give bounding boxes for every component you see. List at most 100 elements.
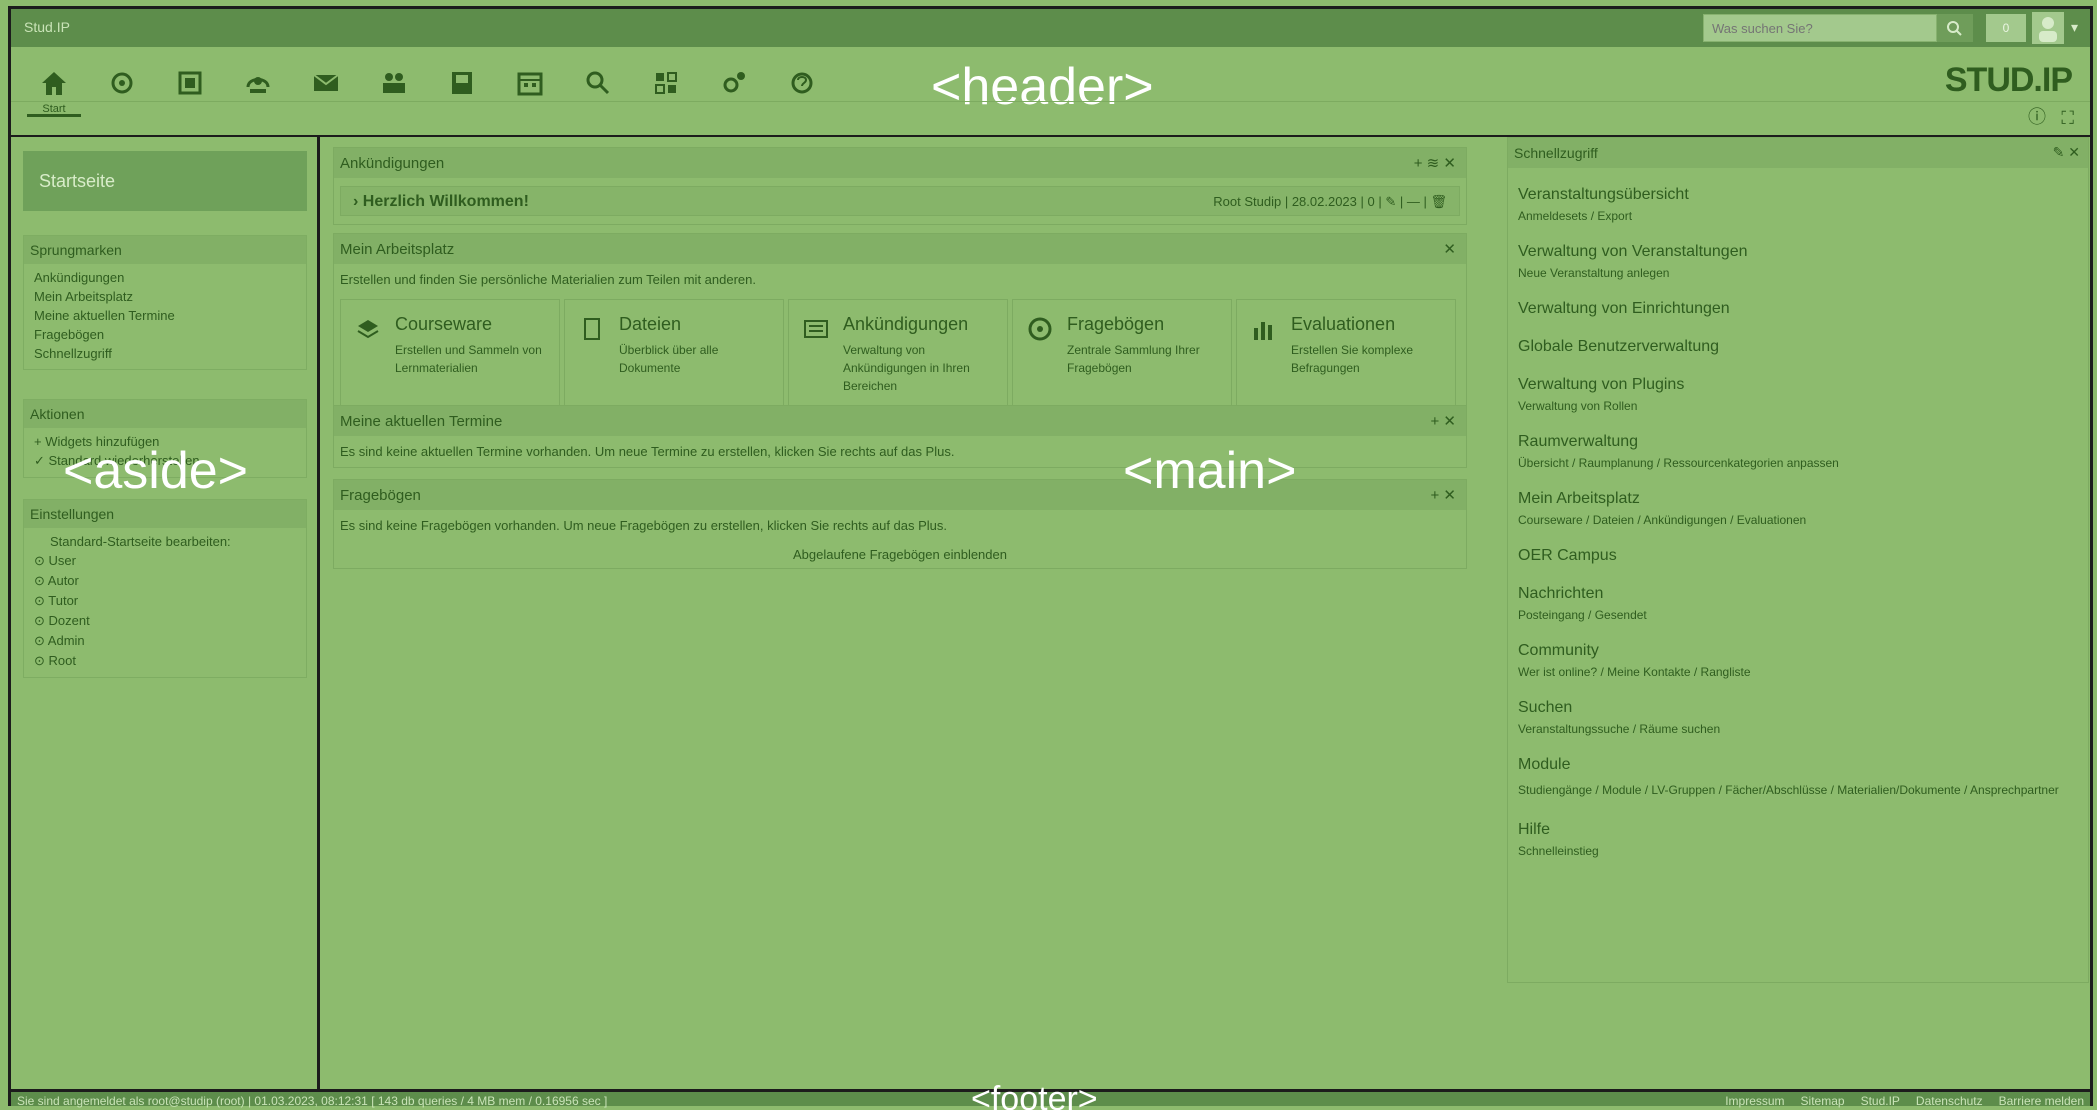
search-icon: [586, 71, 610, 95]
close-icon[interactable]: ✕: [1443, 240, 1456, 258]
quick-link-sub[interactable]: Posteingang / Gesendet: [1518, 608, 2078, 622]
quick-link-sub[interactable]: Studiengänge / Module / LV-Gruppen / Fäc…: [1518, 779, 2078, 801]
quick-link-sub[interactable]: Verwaltung von Rollen: [1518, 399, 2078, 413]
quick-link-title[interactable]: Nachrichten: [1518, 585, 2078, 603]
search-input[interactable]: [1703, 14, 1937, 42]
fullscreen-icon[interactable]: ⛶: [2061, 108, 2074, 129]
role-link[interactable]: ⊙ Tutor: [24, 591, 306, 611]
main-content: Ankündigungen + ≋ ✕ › Herzlich Willkomme…: [323, 137, 1476, 1089]
sidebar-link[interactable]: Schnellzugriff: [24, 344, 306, 363]
sprungmarken-title: Sprungmarken: [24, 236, 306, 264]
quick-link-title[interactable]: Verwaltung von Veranstaltungen: [1518, 243, 2078, 261]
einstellungen-subtitle: Standard-Startseite bearbeiten:: [50, 534, 231, 549]
quick-link-title[interactable]: Suchen: [1518, 699, 2078, 717]
quick-link[interactable]: Veranstaltungsübersicht Anmeldesets / Exp…: [1508, 186, 2088, 223]
add-icon[interactable]: +: [1414, 155, 1423, 172]
people-icon: [383, 73, 405, 93]
role-link[interactable]: ⊙ Root: [24, 651, 306, 671]
role-link[interactable]: ⊙ Dozent: [24, 611, 306, 631]
notification-badge[interactable]: 0: [1986, 14, 2026, 42]
widget-header: Schnellzugriff ✎ ✕: [1508, 138, 2088, 168]
sidebar-link[interactable]: Mein Arbeitsplatz: [24, 287, 306, 306]
quick-link[interactable]: Raumverwaltung Übersicht / Raumplanung / …: [1508, 433, 2088, 470]
quick-link-sub[interactable]: Übersicht / Raumplanung / Ressourcenkate…: [1518, 456, 2078, 470]
quick-link-sub[interactable]: Courseware / Dateien / Ankündigungen / E…: [1518, 513, 2078, 527]
role-link[interactable]: ⊙ Autor: [24, 571, 306, 591]
search-button[interactable]: [1937, 14, 1973, 42]
help-icon[interactable]: ⓘ: [2028, 103, 2046, 129]
quick-link-title[interactable]: Verwaltung von Plugins: [1518, 376, 2078, 394]
widget-actions: + ≋ ✕: [1414, 154, 1456, 172]
studip-logo[interactable]: STUD.IP: [1945, 61, 2073, 100]
quick-link[interactable]: Globale Benutzerverwaltung: [1508, 338, 2088, 356]
role-link[interactable]: ⊙ User: [24, 551, 306, 571]
quick-link[interactable]: Suchen Veranstaltungssuche / Räume suchen: [1508, 699, 2088, 736]
quick-link-sub[interactable]: Schnelleinstieg: [1518, 844, 2078, 858]
close-icon[interactable]: ✕: [2068, 144, 2080, 160]
add-icon[interactable]: +: [1430, 487, 1439, 504]
role-label: Autor: [47, 573, 79, 588]
frageboegen-text: Es sind keine Fragebögen vorhanden. Um n…: [340, 518, 948, 533]
add-icon[interactable]: +: [1430, 413, 1439, 430]
quick-link[interactable]: OER Campus: [1508, 547, 2088, 565]
chevron-right-icon[interactable]: ›: [353, 193, 363, 210]
footer-link-datenschutz[interactable]: Datenschutz: [1916, 1094, 1983, 1108]
quick-link-sub[interactable]: Neue Veranstaltung anlegen: [1518, 266, 2078, 280]
quick-link-sub[interactable]: Veranstaltungssuche / Räume suchen: [1518, 722, 2078, 736]
quick-link-title[interactable]: Globale Benutzerverwaltung: [1518, 338, 2078, 356]
schnellzugriff-widget: Schnellzugriff ✎ ✕ Veranstaltungsübersic…: [1507, 137, 2089, 983]
edit-icon[interactable]: ✎: [2053, 144, 2065, 160]
app-frame: Stud.IP 0 ▾ Start: [8, 6, 2093, 1110]
close-icon[interactable]: ✕: [1443, 487, 1456, 504]
help-plugin-icon: [791, 72, 813, 94]
footer-link-sitemap[interactable]: Sitemap: [1801, 1094, 1845, 1108]
footer-link-impressum[interactable]: Impressum: [1725, 1094, 1784, 1108]
sidebar-link[interactable]: Ankündigungen: [24, 268, 306, 287]
quick-link[interactable]: Nachrichten Posteingang / Gesendet: [1508, 585, 2088, 622]
announcement-meta: Root Studip | 28.02.2023 | 0 | ✎ | — | 🗑: [1213, 194, 1447, 209]
quick-link-title[interactable]: Module: [1518, 756, 2078, 774]
quick-link[interactable]: Verwaltung von Veranstaltungen Neue Veran…: [1508, 243, 2088, 280]
tile-desc: Zentrale Sammlung Ihrer Fragebögen: [1067, 343, 1200, 375]
quick-link[interactable]: Hilfe Schnelleinstieg: [1508, 821, 2088, 858]
trash-icon[interactable]: 🗑: [1430, 194, 1447, 209]
quick-link-title[interactable]: Verwaltung von Einrichtungen: [1518, 300, 2078, 318]
rss-icon[interactable]: ≋: [1427, 155, 1440, 172]
close-icon[interactable]: ✕: [1443, 155, 1456, 172]
header-subbar: ⓘ ⛶: [11, 101, 2090, 135]
quick-link-title[interactable]: Community: [1518, 642, 2078, 660]
close-icon[interactable]: ✕: [1443, 413, 1456, 430]
quick-link[interactable]: Community Wer ist online? / Meine Kontakt…: [1508, 642, 2088, 679]
minus-icon[interactable]: —: [1407, 194, 1420, 209]
show-expired-link[interactable]: Abgelaufene Fragebögen einblenden: [334, 541, 1466, 568]
quick-link[interactable]: Mein Arbeitsplatz Courseware / Dateien / …: [1508, 490, 2088, 527]
quick-link[interactable]: Verwaltung von Einrichtungen: [1508, 300, 2088, 318]
quick-link-title[interactable]: Hilfe: [1518, 821, 2078, 839]
widget-header: Mein Arbeitsplatz ✕: [334, 234, 1466, 264]
announcement-item[interactable]: › Herzlich Willkommen! Root Studip | 28.…: [340, 186, 1460, 216]
sidebar-link[interactable]: Meine aktuellen Termine: [24, 306, 306, 325]
quick-link[interactable]: Verwaltung von Plugins Verwaltung von Rol…: [1508, 376, 2088, 413]
announcement-author[interactable]: Root Studip: [1213, 194, 1281, 209]
sidebar-title[interactable]: Startseite: [23, 151, 307, 211]
role-label: Root: [48, 653, 76, 668]
quick-link-sub[interactable]: Anmeldesets / Export: [1518, 209, 2078, 223]
profile-icon: [452, 72, 472, 94]
chevron-down-icon[interactable]: ▾: [2071, 19, 2078, 36]
footer-link-studip[interactable]: Stud.IP: [1861, 1094, 1900, 1108]
header: Start <header> STUD.IP ⓘ ⛶: [11, 47, 2090, 137]
edit-icon[interactable]: ✎: [1385, 194, 1396, 209]
quick-link[interactable]: Module Studiengänge / Module / LV-Gruppen…: [1508, 756, 2088, 801]
tile-desc: Überblick über alle Dokumente: [619, 343, 719, 375]
quick-link-title[interactable]: OER Campus: [1518, 547, 2078, 565]
quick-link-title[interactable]: Mein Arbeitsplatz: [1518, 490, 2078, 508]
role-link[interactable]: ⊙ Admin: [24, 631, 306, 651]
footer-link-barriere[interactable]: Barriere melden: [1999, 1094, 2084, 1108]
login-status: Sie sind angemeldet als root@studip (roo…: [17, 1094, 608, 1108]
quick-link-title[interactable]: Veranstaltungsübersicht: [1518, 186, 2078, 204]
quick-link-sub[interactable]: Wer ist online? / Meine Kontakte / Rangl…: [1518, 665, 2078, 679]
quick-link-title[interactable]: Raumverwaltung: [1518, 433, 2078, 451]
avatar[interactable]: [2032, 12, 2064, 44]
brand-text[interactable]: Stud.IP: [24, 19, 70, 35]
sidebar-link[interactable]: Fragebögen: [24, 325, 306, 344]
